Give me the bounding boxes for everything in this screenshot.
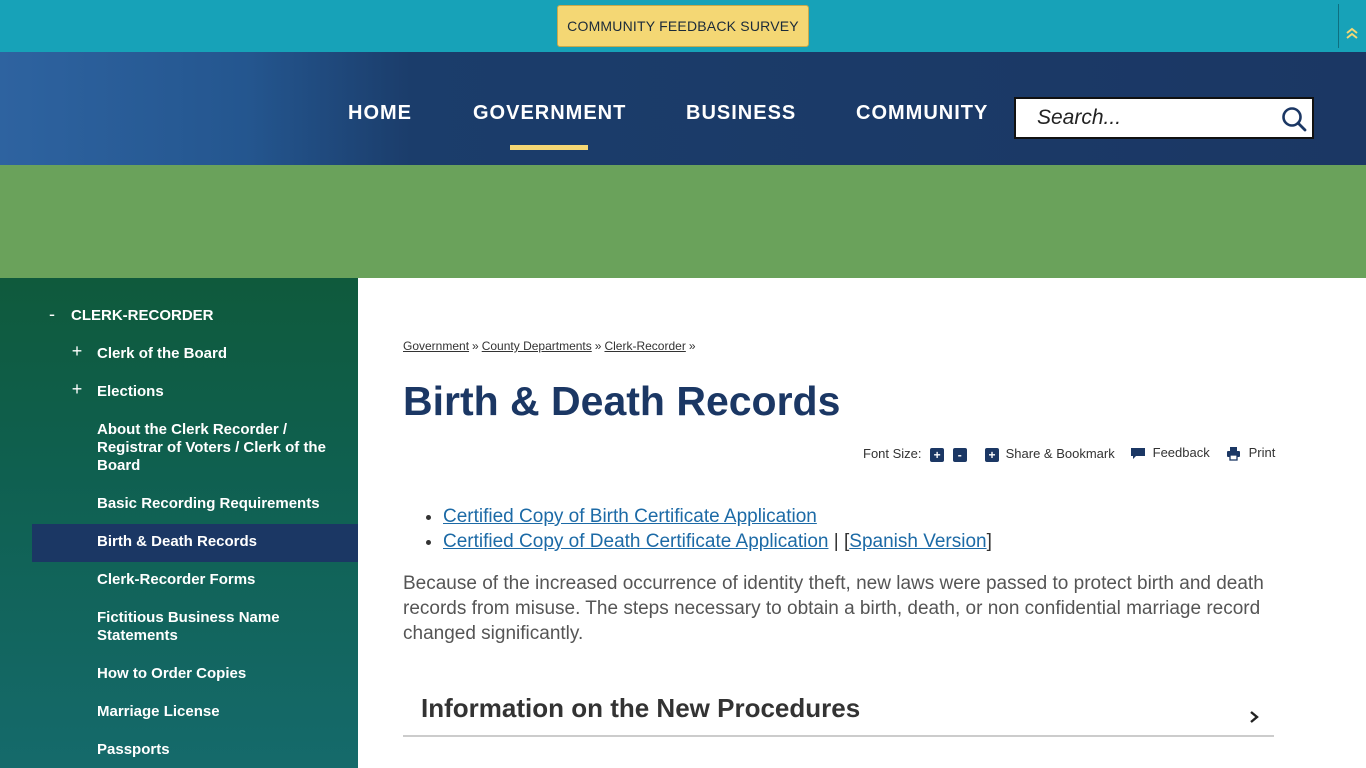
- sidebar-item-label: Fictitious Business Name Statements: [97, 609, 280, 644]
- nav-home[interactable]: HOME: [348, 102, 412, 125]
- search-input[interactable]: [1016, 99, 1272, 137]
- sidebar-item-about-clerk-recorder[interactable]: About the Clerk Recorder / Registrar of …: [32, 421, 358, 479]
- accordion-new-procedures[interactable]: Information on the New Procedures: [403, 680, 1274, 737]
- list-item: Certified Copy of Birth Certificate Appl…: [443, 504, 992, 529]
- font-increase-button[interactable]: +: [930, 447, 945, 462]
- feedback-button[interactable]: Feedback: [1130, 445, 1210, 461]
- nav-business[interactable]: BUSINESS: [686, 102, 796, 125]
- chevron-right-icon[interactable]: [1248, 710, 1260, 724]
- sidebar-item-label: About the Clerk Recorder / Registrar of …: [97, 421, 326, 474]
- sidebar-item-birth-death-records[interactable]: Birth & Death Records: [32, 524, 358, 562]
- expand-icon[interactable]: +: [71, 380, 83, 398]
- nav-government[interactable]: GOVERNMENT: [473, 102, 626, 125]
- sidebar-item-label: Birth & Death Records: [97, 533, 258, 550]
- sidebar-item-label: Elections: [97, 383, 164, 400]
- sidebar-item-label: Passports: [97, 741, 170, 758]
- font-size-tool: Font Size: + -: [863, 446, 967, 462]
- breadcrumb-separator: »: [688, 339, 696, 353]
- font-decrease-button[interactable]: -: [952, 447, 967, 462]
- sidebar-item-label: CLERK-RECORDER: [71, 307, 214, 324]
- breadcrumb-county-departments[interactable]: County Departments: [482, 339, 592, 353]
- search-icon[interactable]: [1280, 105, 1308, 133]
- sidebar-item-label: Clerk-Recorder Forms: [97, 571, 256, 588]
- page-title: Birth & Death Records: [403, 378, 841, 424]
- link-divider: | [: [833, 531, 850, 552]
- share-label: Share & Bookmark: [1005, 446, 1115, 461]
- community-feedback-survey-button[interactable]: COMMUNITY FEEDBACK SURVEY: [557, 5, 809, 47]
- share-bookmark-button[interactable]: + Share & Bookmark: [985, 446, 1115, 462]
- sidebar-item-clerk-of-the-board[interactable]: + Clerk of the Board: [32, 342, 358, 367]
- birth-certificate-application-link[interactable]: Certified Copy of Birth Certificate Appl…: [443, 506, 817, 527]
- breadcrumb: Government» County Departments» Clerk-Reco…: [403, 339, 699, 353]
- breadcrumb-separator: »: [594, 339, 602, 353]
- sidebar-item-fictitious-business-name[interactable]: Fictitious Business Name Statements: [32, 609, 358, 649]
- alert-divider: [1338, 4, 1339, 48]
- font-size-label: Font Size:: [863, 446, 922, 461]
- site-header: HOME GOVERNMENT BUSINESS COMMUNITY: [0, 52, 1366, 165]
- sidebar-item-passports[interactable]: Passports: [32, 741, 358, 763]
- accordion-title: Information on the New Procedures: [421, 693, 861, 723]
- expand-icon[interactable]: +: [71, 342, 83, 360]
- breadcrumb-separator: »: [472, 339, 479, 353]
- sidebar-item-basic-recording-requirements[interactable]: Basic Recording Requirements: [32, 495, 358, 517]
- plus-icon: +: [985, 447, 999, 462]
- sidebar-item-clerk-recorder[interactable]: - CLERK-RECORDER: [32, 305, 358, 329]
- link-bracket: ]: [986, 531, 992, 552]
- spanish-version-link[interactable]: Spanish Version: [849, 531, 986, 552]
- sidebar-item-label: How to Order Copies: [97, 665, 247, 682]
- sidebar-item-elections[interactable]: + Elections: [32, 380, 358, 405]
- print-label: Print: [1248, 445, 1276, 460]
- sidebar: - CLERK-RECORDER + Clerk of the Board + …: [0, 278, 358, 768]
- banner: [0, 165, 1366, 278]
- sidebar-item-label: Clerk of the Board: [97, 345, 228, 362]
- double-chevron-up-icon[interactable]: [1343, 26, 1361, 44]
- feedback-label: Feedback: [1152, 445, 1210, 460]
- nav-active-indicator: [510, 145, 588, 150]
- speech-bubble-icon: [1131, 447, 1145, 459]
- list-item: Certified Copy of Death Certificate Appl…: [443, 529, 992, 554]
- printer-icon: [1227, 447, 1240, 461]
- print-button[interactable]: Print: [1226, 445, 1275, 461]
- breadcrumb-government[interactable]: Government: [403, 339, 469, 353]
- application-links: Certified Copy of Birth Certificate Appl…: [443, 504, 992, 554]
- nav-community[interactable]: COMMUNITY: [856, 102, 988, 125]
- intro-paragraph: Because of the increased occurrence of i…: [403, 573, 1264, 644]
- collapse-icon[interactable]: -: [46, 305, 58, 323]
- sidebar-item-marriage-license[interactable]: Marriage License: [32, 703, 358, 725]
- sidebar-item-clerk-recorder-forms[interactable]: Clerk-Recorder Forms: [32, 571, 358, 593]
- sidebar-item-how-to-order-copies[interactable]: How to Order Copies: [32, 665, 358, 687]
- sidebar-item-label: Marriage License: [97, 703, 220, 720]
- death-certificate-application-link[interactable]: Certified Copy of Death Certificate Appl…: [443, 531, 828, 552]
- breadcrumb-clerk-recorder[interactable]: Clerk-Recorder: [604, 339, 685, 353]
- sidebar-item-label: Basic Recording Requirements: [97, 495, 320, 512]
- search-box: [1014, 97, 1314, 139]
- alert-bar: COMMUNITY FEEDBACK SURVEY: [0, 0, 1366, 52]
